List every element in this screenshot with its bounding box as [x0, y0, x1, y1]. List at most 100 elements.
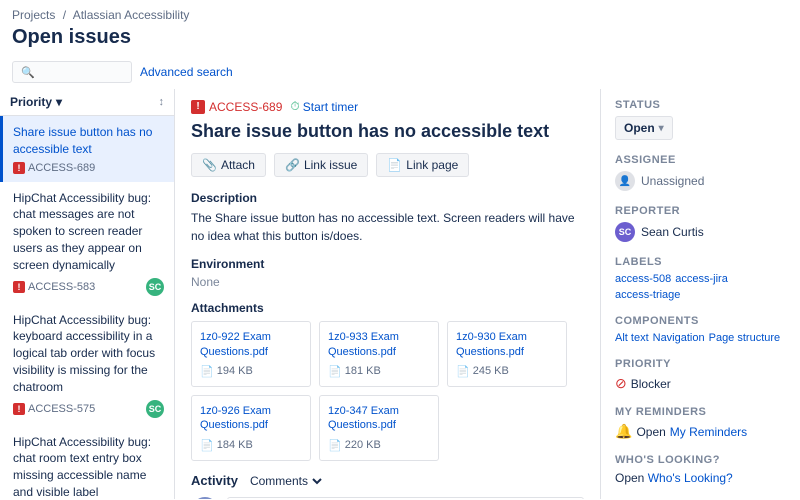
attach-icon: 📎 [202, 158, 217, 172]
page-title: Open issues [0, 24, 800, 57]
priority-filter[interactable]: Priority ▾ [10, 95, 62, 109]
sidebar-item-title-2: HipChat Accessibility bug: keyboard acce… [13, 312, 164, 396]
issue-id-main: ACCESS-689 [209, 100, 282, 114]
priority-chevron-icon: ▾ [56, 95, 62, 109]
description-label: Description [191, 191, 584, 205]
breadcrumb: Projects / Atlassian Accessibility [0, 0, 800, 24]
file-icon-4: 📄 [328, 439, 342, 452]
attachment-size-0: 📄 194 KB [200, 365, 302, 378]
assignee-section: ASSIGNEE 👤 Unassigned [615, 154, 786, 191]
component-0[interactable]: Alt text [615, 332, 649, 344]
whos-looking-link[interactable]: Who's Looking? [648, 471, 733, 485]
issue-title: Share issue button has no accessible tex… [191, 120, 584, 143]
sidebar-item-3[interactable]: HipChat Accessibility bug: chat room tex… [0, 426, 174, 499]
attachment-0[interactable]: 1z0-922 Exam Questions.pdf 📄 194 KB [191, 321, 311, 387]
attachments-section: Attachments 1z0-922 Exam Questions.pdf 📄… [191, 301, 584, 460]
avatar-1: SC [146, 278, 164, 296]
sidebar-item-title-3: HipChat Accessibility bug: chat room tex… [13, 434, 164, 499]
attachment-4[interactable]: 1z0-347 Exam Questions.pdf 📄 220 KB [319, 395, 439, 461]
sidebar-header: Priority ▾ ↕ [0, 89, 174, 116]
issue-id-2: ACCESS-575 [13, 403, 95, 415]
environment-label: Environment [191, 257, 584, 271]
attachment-name-3: 1z0-926 Exam Questions.pdf [200, 404, 302, 433]
attachments-label: Attachments [191, 301, 584, 315]
breadcrumb-separator: / [63, 8, 66, 22]
assignee-value: Unassigned [641, 174, 704, 188]
main-content: ! ACCESS-689 ⏱ Start timer Share issue b… [175, 89, 600, 499]
advanced-search-link[interactable]: Advanced search [140, 65, 233, 79]
priority-label: PRIORITY [615, 358, 786, 370]
activity-comments-select[interactable]: Comments [246, 473, 325, 489]
status-label: STATUS [615, 99, 786, 111]
link-page-label: Link page [406, 158, 458, 172]
timer-icon: ⏱ [290, 99, 299, 114]
environment-value: None [191, 275, 584, 289]
reporter-value: Sean Curtis [641, 225, 704, 239]
sidebar-item-1[interactable]: HipChat Accessibility bug: chat messages… [0, 182, 174, 304]
bug-icon-main: ! [191, 100, 205, 114]
bug-icon-2 [13, 403, 25, 415]
issue-header-bar: ! ACCESS-689 ⏱ Start timer [191, 99, 584, 114]
labels-label: LABELS [615, 256, 786, 268]
component-1[interactable]: Navigation [653, 332, 705, 344]
components-section: COMPONENTS Alt text Navigation Page stru… [615, 315, 786, 344]
sidebar-item-2[interactable]: HipChat Accessibility bug: keyboard acce… [0, 304, 174, 426]
start-timer-btn[interactable]: ⏱ Start timer [290, 99, 358, 114]
status-section: STATUS Open ▾ [615, 99, 786, 140]
sidebar-item-0[interactable]: Share issue button has no accessible tex… [0, 116, 174, 182]
reporter-label: REPORTER [615, 205, 786, 217]
description-section: Description The Share issue button has n… [191, 191, 584, 245]
label-1[interactable]: access-jira [675, 273, 728, 285]
labels-row: access-508 access-jira access-triage [615, 273, 786, 301]
priority-section: PRIORITY ⊘ Blocker [615, 358, 786, 392]
attachment-size-2: 📄 245 KB [456, 365, 558, 378]
sidebar: Priority ▾ ↕ Share issue button has no a… [0, 89, 175, 499]
status-value: Open [624, 121, 655, 135]
link-issue-icon: 🔗 [285, 158, 300, 172]
activity-section: Activity Comments SC Pro tip: press M to… [191, 473, 584, 499]
attachment-size-3: 📄 184 KB [200, 439, 302, 452]
file-icon-0: 📄 [200, 365, 214, 378]
action-bar: 📎 Attach 🔗 Link issue 📄 Link page [191, 153, 584, 177]
link-page-icon: 📄 [387, 158, 402, 172]
link-issue-label: Link issue [304, 158, 357, 172]
attach-button[interactable]: 📎 Attach [191, 153, 266, 177]
reporter-row: SC Sean Curtis [615, 222, 786, 242]
sort-icon[interactable]: ↕ [159, 96, 165, 108]
link-issue-button[interactable]: 🔗 Link issue [274, 153, 368, 177]
main-layout: Priority ▾ ↕ Share issue button has no a… [0, 89, 800, 499]
label-2[interactable]: access-triage [615, 289, 680, 301]
comment-area: SC Pro tip: press M to comment [191, 497, 584, 499]
sidebar-item-meta-2: ACCESS-575 SC [13, 400, 164, 418]
issue-id-1: ACCESS-583 [13, 281, 95, 293]
priority-label: Priority [10, 95, 52, 109]
assignee-label: ASSIGNEE [615, 154, 786, 166]
search-input-wrap[interactable]: 🔍 [12, 61, 132, 83]
file-icon-3: 📄 [200, 439, 214, 452]
link-page-button[interactable]: 📄 Link page [376, 153, 469, 177]
issue-id-text-2: ACCESS-575 [28, 403, 95, 415]
attachment-name-2: 1z0-930 Exam Questions.pdf [456, 330, 558, 359]
right-panel: STATUS Open ▾ ASSIGNEE 👤 Unassigned REPO… [600, 89, 800, 499]
priority-value: Blocker [631, 377, 671, 391]
sidebar-item-meta-1: ACCESS-583 SC [13, 278, 164, 296]
comment-input-wrap[interactable] [227, 497, 584, 499]
bug-icon-0 [13, 162, 25, 174]
search-input[interactable] [39, 65, 119, 79]
component-2[interactable]: Page structure [709, 332, 781, 344]
attach-label: Attach [221, 158, 255, 172]
attachment-size-4: 📄 220 KB [328, 439, 430, 452]
labels-section: LABELS access-508 access-jira access-tri… [615, 256, 786, 301]
attachment-1[interactable]: 1z0-933 Exam Questions.pdf 📄 181 KB [319, 321, 439, 387]
attachment-3[interactable]: 1z0-926 Exam Questions.pdf 📄 184 KB [191, 395, 311, 461]
label-0[interactable]: access-508 [615, 273, 671, 285]
issue-id-text-1: ACCESS-583 [28, 281, 95, 293]
reminders-value: Open [636, 425, 665, 439]
status-button[interactable]: Open ▾ [615, 116, 673, 140]
projects-link[interactable]: Projects [12, 8, 55, 22]
project-link[interactable]: Atlassian Accessibility [73, 8, 190, 22]
components-row: Alt text Navigation Page structure [615, 332, 786, 344]
my-reminders-link[interactable]: My Reminders [670, 425, 747, 439]
attachment-name-0: 1z0-922 Exam Questions.pdf [200, 330, 302, 359]
attachment-2[interactable]: 1z0-930 Exam Questions.pdf 📄 245 KB [447, 321, 567, 387]
